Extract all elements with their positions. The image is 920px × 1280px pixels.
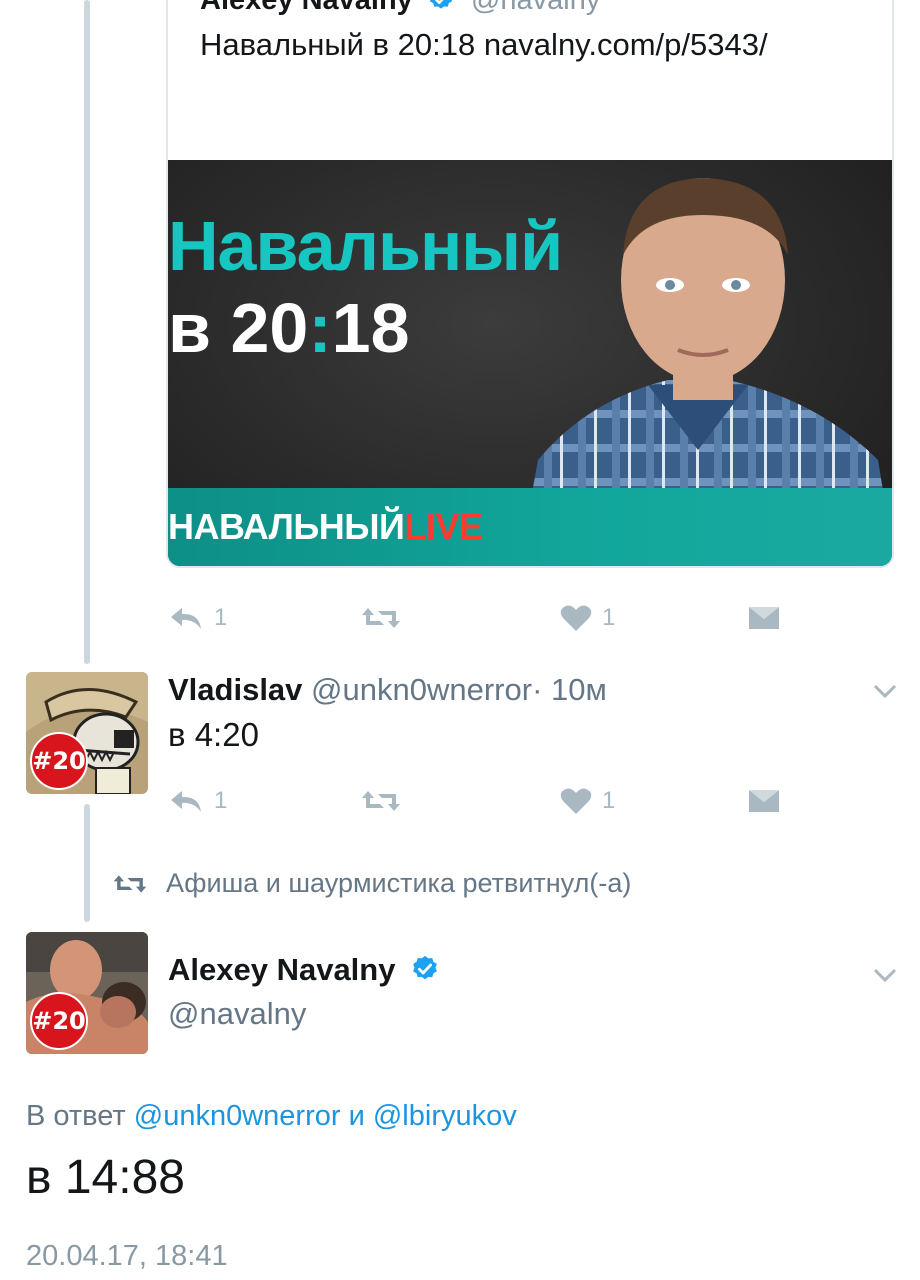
chevron-down-icon[interactable]	[872, 682, 898, 700]
quoted-tweet-header: Alexey Navalny @navalny	[200, 0, 600, 17]
badge-20: #20	[30, 732, 88, 790]
main-tweet-timestamp: 20.04.17, 18:41	[26, 1240, 228, 1272]
retweet-button[interactable]	[360, 598, 402, 638]
reply-author-handle[interactable]: @unkn0wnerror	[311, 672, 532, 707]
reply-mention-lbiryukov[interactable]: @lbiryukov	[373, 1100, 517, 1132]
retweet-icon	[362, 608, 400, 628]
retweet-notice[interactable]: Афиша и шаурмистика ретвитнул(-а)	[112, 868, 631, 899]
reply-tweet-actions: 1 1	[166, 781, 806, 821]
main-tweet-text: в 14:88	[26, 1151, 185, 1204]
heart-icon	[560, 605, 592, 631]
reply-tweet-text: в 4:20	[168, 716, 259, 753]
main-author-handle[interactable]: @navalny	[168, 996, 306, 1031]
main-tweet-name-row: Alexey Navalny	[168, 952, 440, 988]
reply-tweet-header: Vladislav @unkn0wnerror· 10м	[168, 672, 607, 708]
reply-count: 1	[214, 787, 228, 814]
chevron-down-icon[interactable]	[872, 966, 898, 984]
like-count: 1	[602, 787, 616, 814]
verified-icon	[429, 0, 452, 9]
reply-mention-and: и	[348, 1100, 365, 1132]
avatar-vladislav[interactable]: #20	[26, 672, 148, 794]
quoted-author-name[interactable]: Alexey Navalny	[200, 0, 413, 16]
video-thumbnail[interactable]: Навальный в 20:18 НАВАЛЬНЫЙLIVE	[168, 160, 892, 566]
reply-button[interactable]: 1	[168, 598, 227, 638]
like-button[interactable]: 1	[560, 781, 615, 821]
retweet-icon	[362, 791, 400, 811]
replying-to-line: В ответ @unkn0wnerror и @lbiryukov	[26, 1100, 517, 1133]
verified-icon	[413, 955, 437, 980]
retweet-button[interactable]	[360, 781, 402, 821]
retweet-icon	[113, 874, 147, 893]
reply-count: 1	[214, 604, 228, 631]
reply-icon	[171, 608, 201, 629]
envelope-icon	[749, 790, 779, 812]
quoted-author-handle[interactable]: @navalny	[471, 0, 600, 16]
reply-tweet-time: · 10м	[532, 672, 607, 707]
main-author-name[interactable]: Alexey Navalny	[168, 952, 395, 987]
like-button[interactable]: 1	[560, 598, 615, 638]
quoted-tweet-actions: 1 1	[166, 598, 806, 638]
reply-button[interactable]: 1	[168, 781, 227, 821]
like-count: 1	[602, 604, 616, 631]
direct-message-button[interactable]	[748, 781, 780, 821]
replying-to-prefix: В ответ	[26, 1100, 126, 1132]
heart-icon	[560, 788, 592, 814]
thread-line-top	[84, 0, 90, 664]
thumbnail-title-line2: в 20:18	[168, 289, 410, 367]
avatar-navalny[interactable]: #20	[26, 932, 148, 1054]
reply-mention-unkn0wnerror[interactable]: @unkn0wnerror	[134, 1100, 341, 1132]
main-tweet-handle-row: @navalny	[168, 996, 306, 1032]
badge-20: #20	[30, 992, 88, 1050]
reply-icon	[171, 791, 201, 812]
thumbnail-brand-logo: НАВАЛЬНЫЙLIVE	[168, 506, 483, 547]
thread-line-middle	[84, 804, 90, 922]
envelope-icon	[749, 607, 779, 629]
direct-message-button[interactable]	[748, 598, 780, 638]
retweet-notice-text: Афиша и шаурмистика ретвитнул(-а)	[166, 868, 632, 898]
reply-author-name[interactable]: Vladislav	[168, 672, 302, 707]
quoted-tweet-text: Навальный в 20:18 navalny.com/p/5343/	[200, 27, 768, 62]
quoted-tweet-card[interactable]: Alexey Navalny @navalny Навальный в 20:1…	[166, 0, 894, 568]
